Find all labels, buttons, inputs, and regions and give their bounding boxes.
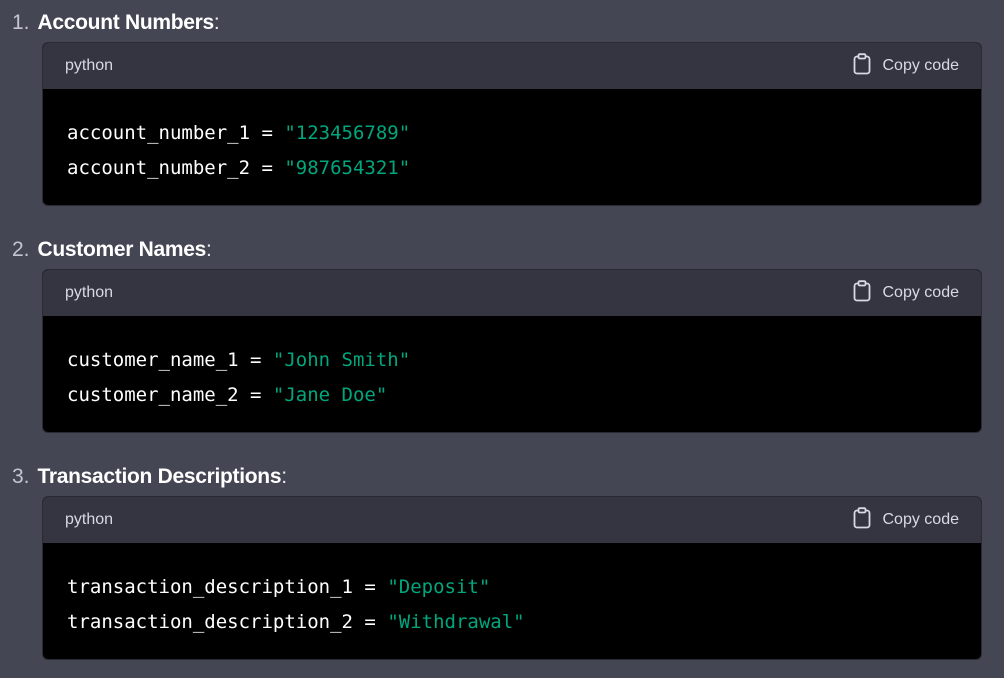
section-heading: 2. Customer Names:	[12, 235, 212, 265]
code-operator: =	[352, 576, 388, 598]
code-line: customer_name_2 = "Jane Doe"	[67, 378, 410, 413]
code-operator: =	[250, 157, 285, 179]
code-string: "987654321"	[284, 157, 411, 179]
code-string: "John Smith"	[272, 349, 411, 371]
section-title: Transaction Descriptions	[37, 465, 282, 488]
code-line: account_number_1 = "123456789"	[67, 116, 410, 151]
copy-code-button[interactable]: Copy code	[853, 43, 960, 89]
code-string: "123456789"	[284, 122, 411, 144]
code-line: customer_name_1 = "John Smith"	[67, 343, 410, 378]
code-line: transaction_description_1 = "Deposit"	[67, 570, 525, 605]
code-variable: customer_name_1	[67, 349, 239, 371]
code-line: transaction_description_2 = "Withdrawal"	[67, 605, 525, 640]
copy-code-label: Copy code	[882, 284, 960, 301]
list-number: 3.	[12, 465, 30, 488]
code-block-header: python Copy code	[43, 43, 981, 89]
code-block-header: python Copy code	[43, 497, 981, 543]
code-operator: =	[238, 384, 273, 406]
copy-code-label: Copy code	[882, 511, 960, 528]
code-operator: =	[250, 122, 285, 144]
clipboard-icon	[853, 52, 883, 80]
code-block: python Copy code account_number_1 = "123…	[42, 42, 982, 206]
code-variable: transaction_description_2	[67, 611, 353, 633]
code-content: account_number_1 = "123456789" account_nu…	[67, 116, 410, 186]
colon: :	[281, 465, 288, 488]
code-string: "Jane Doe"	[272, 384, 388, 406]
code-line: account_number_2 = "987654321"	[67, 151, 410, 186]
colon: :	[206, 238, 212, 261]
code-string: "Withdrawal"	[387, 611, 525, 633]
list-number: 2.	[12, 238, 30, 261]
code-block-header: python Copy code	[43, 270, 981, 316]
colon: :	[213, 11, 220, 34]
copy-code-button[interactable]: Copy code	[853, 270, 960, 316]
code-operator: =	[238, 349, 273, 371]
code-content: transaction_description_1 = "Deposit" tra…	[67, 570, 525, 640]
code-variable: customer_name_2	[67, 384, 239, 406]
copy-code-label: Copy code	[882, 57, 960, 74]
copy-code-button[interactable]: Copy code	[853, 497, 960, 543]
section-heading: 3. Transaction Descriptions:	[12, 462, 287, 492]
clipboard-icon	[853, 506, 883, 534]
code-operator: =	[352, 611, 388, 633]
clipboard-icon	[853, 279, 883, 307]
code-language-label: python	[65, 284, 114, 301]
code-content: customer_name_1 = "John Smith" customer_n…	[67, 343, 410, 413]
code-variable: account_number_1	[67, 122, 251, 144]
code-variable: account_number_2	[67, 157, 251, 179]
section-title: Customer Names	[37, 238, 207, 261]
code-language-label: python	[65, 511, 114, 528]
section-title: Account Numbers	[37, 11, 215, 34]
list-number: 1.	[12, 11, 30, 34]
code-string: "Deposit"	[387, 576, 491, 598]
code-language-label: python	[65, 57, 114, 74]
code-block: python Copy code transaction_description…	[42, 496, 982, 660]
code-variable: transaction_description_1	[67, 576, 353, 598]
code-block: python Copy code customer_name_1 = "John…	[42, 269, 982, 433]
section-heading: 1. Account Numbers:	[12, 8, 220, 38]
